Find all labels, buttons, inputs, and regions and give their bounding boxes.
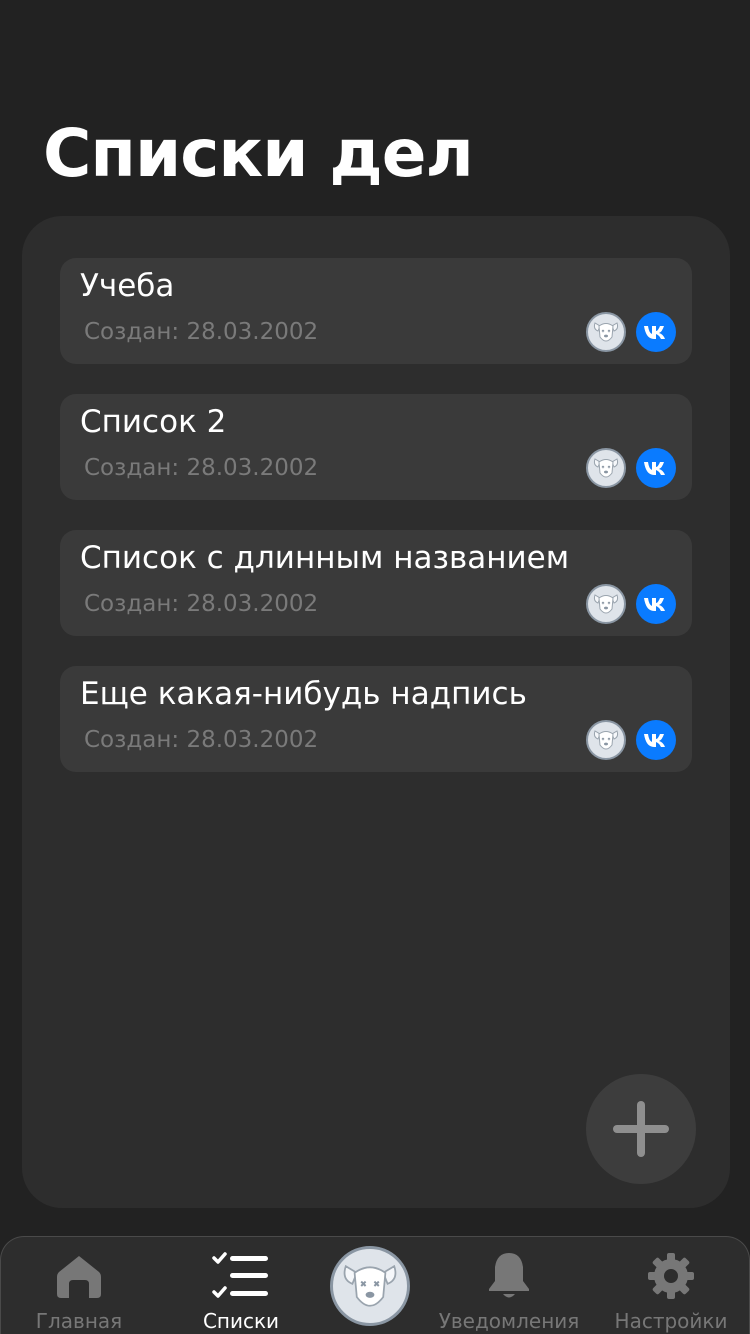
list-item-badges <box>586 312 676 352</box>
vk-icon <box>636 584 676 624</box>
tab-settings[interactable]: Настройки <box>615 1237 727 1334</box>
list-item-created-date: Создан: 28.03.2002 <box>84 455 319 481</box>
lists-panel: Учеба Создан: 28.03.2002 Список 2 Создан… <box>22 216 730 1208</box>
list-item-badges <box>586 584 676 624</box>
tab-lists-label: Списки <box>202 1309 280 1333</box>
home-icon <box>57 1256 101 1298</box>
tab-notifications[interactable]: Уведомления <box>433 1237 585 1334</box>
page-title: Списки дел <box>43 115 474 192</box>
list-item-title: Список 2 <box>80 404 227 440</box>
list-item-badges <box>586 448 676 488</box>
tab-settings-label: Настройки <box>614 1309 728 1333</box>
list-item[interactable]: Учеба Создан: 28.03.2002 <box>60 258 692 364</box>
dog-avatar-icon <box>586 312 626 352</box>
dog-avatar-icon <box>343 1264 397 1307</box>
dog-avatar-icon <box>586 720 626 760</box>
vk-icon <box>636 448 676 488</box>
list-item[interactable]: Еще какая-нибудь надпись Создан: 28.03.2… <box>60 666 692 772</box>
vk-icon <box>636 720 676 760</box>
list-item-title: Список с длинным названием <box>80 540 570 576</box>
list-item[interactable]: Список 2 Создан: 28.03.2002 <box>60 394 692 500</box>
todo-lists: Учеба Создан: 28.03.2002 Список 2 Создан… <box>60 258 692 802</box>
add-list-button[interactable] <box>586 1074 696 1184</box>
tab-notifications-label: Уведомления <box>438 1309 580 1333</box>
tab-lists[interactable]: Списки <box>191 1237 291 1334</box>
list-item-badges <box>586 720 676 760</box>
tab-home[interactable]: Главная <box>29 1237 129 1334</box>
tab-home-label: Главная <box>35 1309 123 1333</box>
plus-icon <box>613 1101 669 1157</box>
checklist-icon <box>212 1252 268 1298</box>
profile-avatar-button[interactable] <box>330 1246 410 1326</box>
list-item-title: Еще какая-нибудь надпись <box>80 676 527 712</box>
list-item[interactable]: Список с длинным названием Создан: 28.03… <box>60 530 692 636</box>
vk-icon <box>636 312 676 352</box>
bell-icon <box>489 1253 529 1298</box>
dog-avatar-icon <box>586 584 626 624</box>
list-item-created-date: Создан: 28.03.2002 <box>84 319 319 345</box>
list-item-created-date: Создан: 28.03.2002 <box>84 591 319 617</box>
list-item-created-date: Создан: 28.03.2002 <box>84 727 319 753</box>
dog-avatar-icon <box>586 448 626 488</box>
list-item-title: Учеба <box>80 268 175 304</box>
gear-icon <box>648 1253 694 1299</box>
